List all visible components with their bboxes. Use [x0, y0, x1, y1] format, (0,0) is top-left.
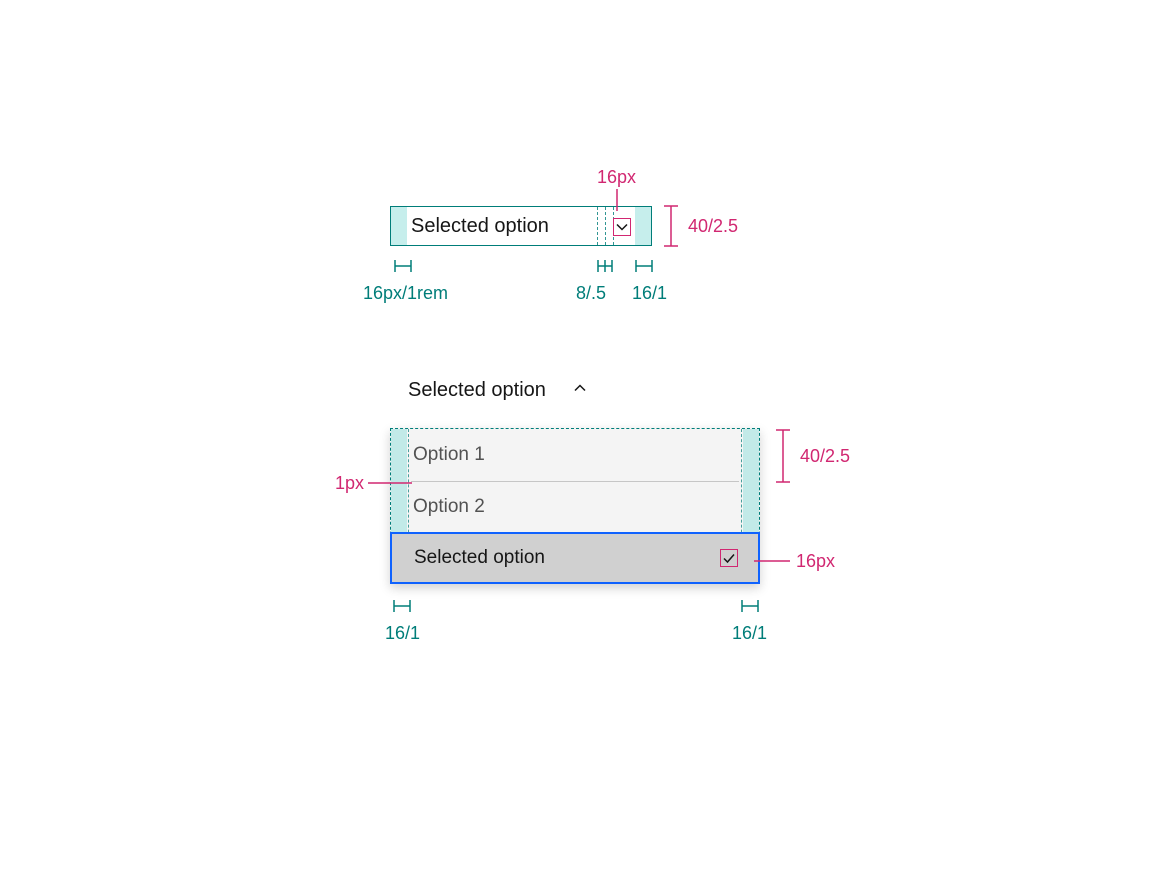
menu-item-label: Option 2 [413, 496, 485, 518]
annotation-open-pad-right: 16/1 [732, 623, 767, 644]
menu-item-label: Option 1 [413, 444, 485, 466]
open-dropdown-trigger[interactable]: Selected option [390, 374, 760, 406]
padding-left-overlay [391, 207, 407, 245]
annotation-open-pad-left: 16/1 [385, 623, 420, 644]
closed-dropdown[interactable]: Selected option [390, 206, 652, 246]
annotation-closed-height: 40/2.5 [688, 216, 738, 237]
chevron-down-icon [613, 218, 631, 236]
annotation-closed-pad-right: 16/1 [632, 283, 667, 304]
annotation-icon-size: 16px [597, 167, 636, 188]
open-dropdown-spec: Selected option Option 1 Option 2 Select… [390, 374, 760, 584]
open-trigger-label: Selected option [408, 379, 546, 402]
guide-dash [597, 207, 598, 245]
menu-item-label: Selected option [414, 547, 545, 569]
chevron-up-icon [572, 379, 588, 402]
padding-right-overlay [635, 207, 651, 245]
annotation-check-size: 16px [796, 551, 835, 572]
annotation-row-height: 40/2.5 [800, 446, 850, 467]
dropdown-menu: Option 1 Option 2 Selected option [390, 428, 760, 584]
menu-item-selected[interactable]: Selected option [390, 532, 760, 584]
annotation-closed-pad-left: 16px/1rem [363, 283, 448, 304]
menu-item-option2[interactable]: Option 2 [391, 481, 759, 533]
menu-item-option1[interactable]: Option 1 [391, 429, 759, 481]
closed-dropdown-label: Selected option [411, 215, 549, 238]
annotation-divider: 1px [335, 473, 364, 494]
annotation-closed-gap: 8/.5 [576, 283, 606, 304]
guide-dash [605, 207, 606, 245]
closed-dropdown-spec: Selected option [390, 206, 652, 246]
checkmark-icon [720, 549, 738, 567]
